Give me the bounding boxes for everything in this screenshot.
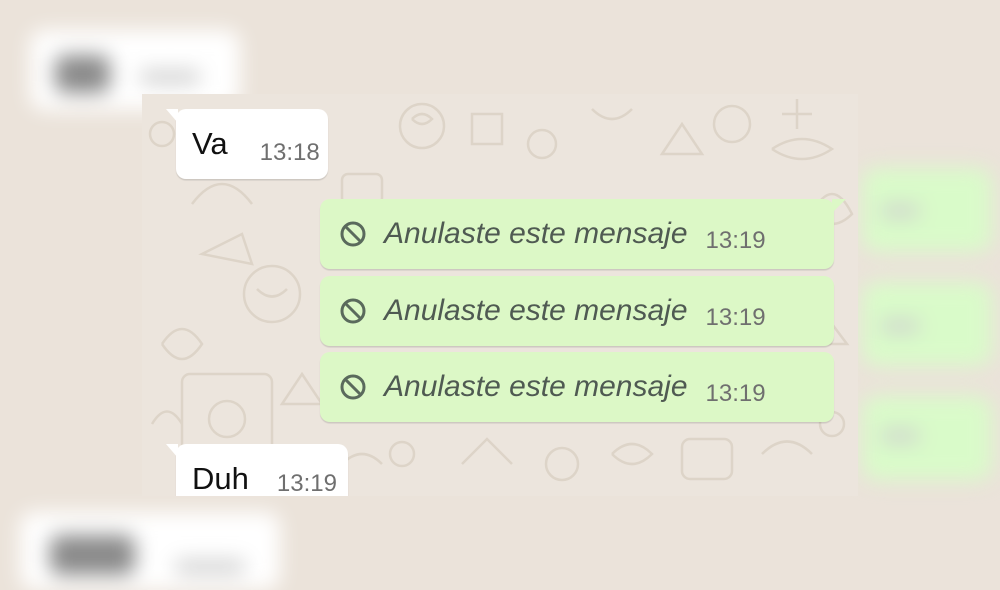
- message-text: Duh: [192, 461, 249, 496]
- ban-icon: [340, 221, 366, 247]
- message-text: Va: [192, 126, 228, 161]
- message-time: 13:19: [705, 227, 766, 254]
- message-bubble-incoming[interactable]: Duh 13:19: [166, 444, 348, 496]
- message-time: 13:19: [276, 470, 337, 496]
- deleted-message-text: Anulaste este mensaje: [384, 217, 688, 250]
- bubble-tail: [166, 109, 178, 123]
- ban-icon: [340, 298, 366, 324]
- message-bubble-outgoing-deleted[interactable]: Anulaste este mensaje 13:19: [320, 276, 834, 346]
- bubble-tail: [166, 444, 178, 458]
- message-bubble-incoming[interactable]: Va 13:18: [166, 109, 328, 179]
- ban-icon: [340, 374, 366, 400]
- message-bubble-outgoing-deleted[interactable]: Anulaste este mensaje 13:19: [320, 199, 846, 269]
- chat-panel: Va 13:18 Anulaste este mensaje 13:19 Anu…: [142, 94, 858, 496]
- message-time: 13:18: [259, 139, 320, 166]
- deleted-message-text: Anulaste este mensaje: [384, 294, 688, 327]
- deleted-message-text: Anulaste este mensaje: [384, 370, 688, 403]
- bubble-tail: [832, 199, 846, 213]
- message-time: 13:19: [705, 304, 766, 331]
- message-time: 13:19: [705, 380, 766, 407]
- message-bubble-outgoing-deleted[interactable]: Anulaste este mensaje 13:19: [320, 352, 834, 422]
